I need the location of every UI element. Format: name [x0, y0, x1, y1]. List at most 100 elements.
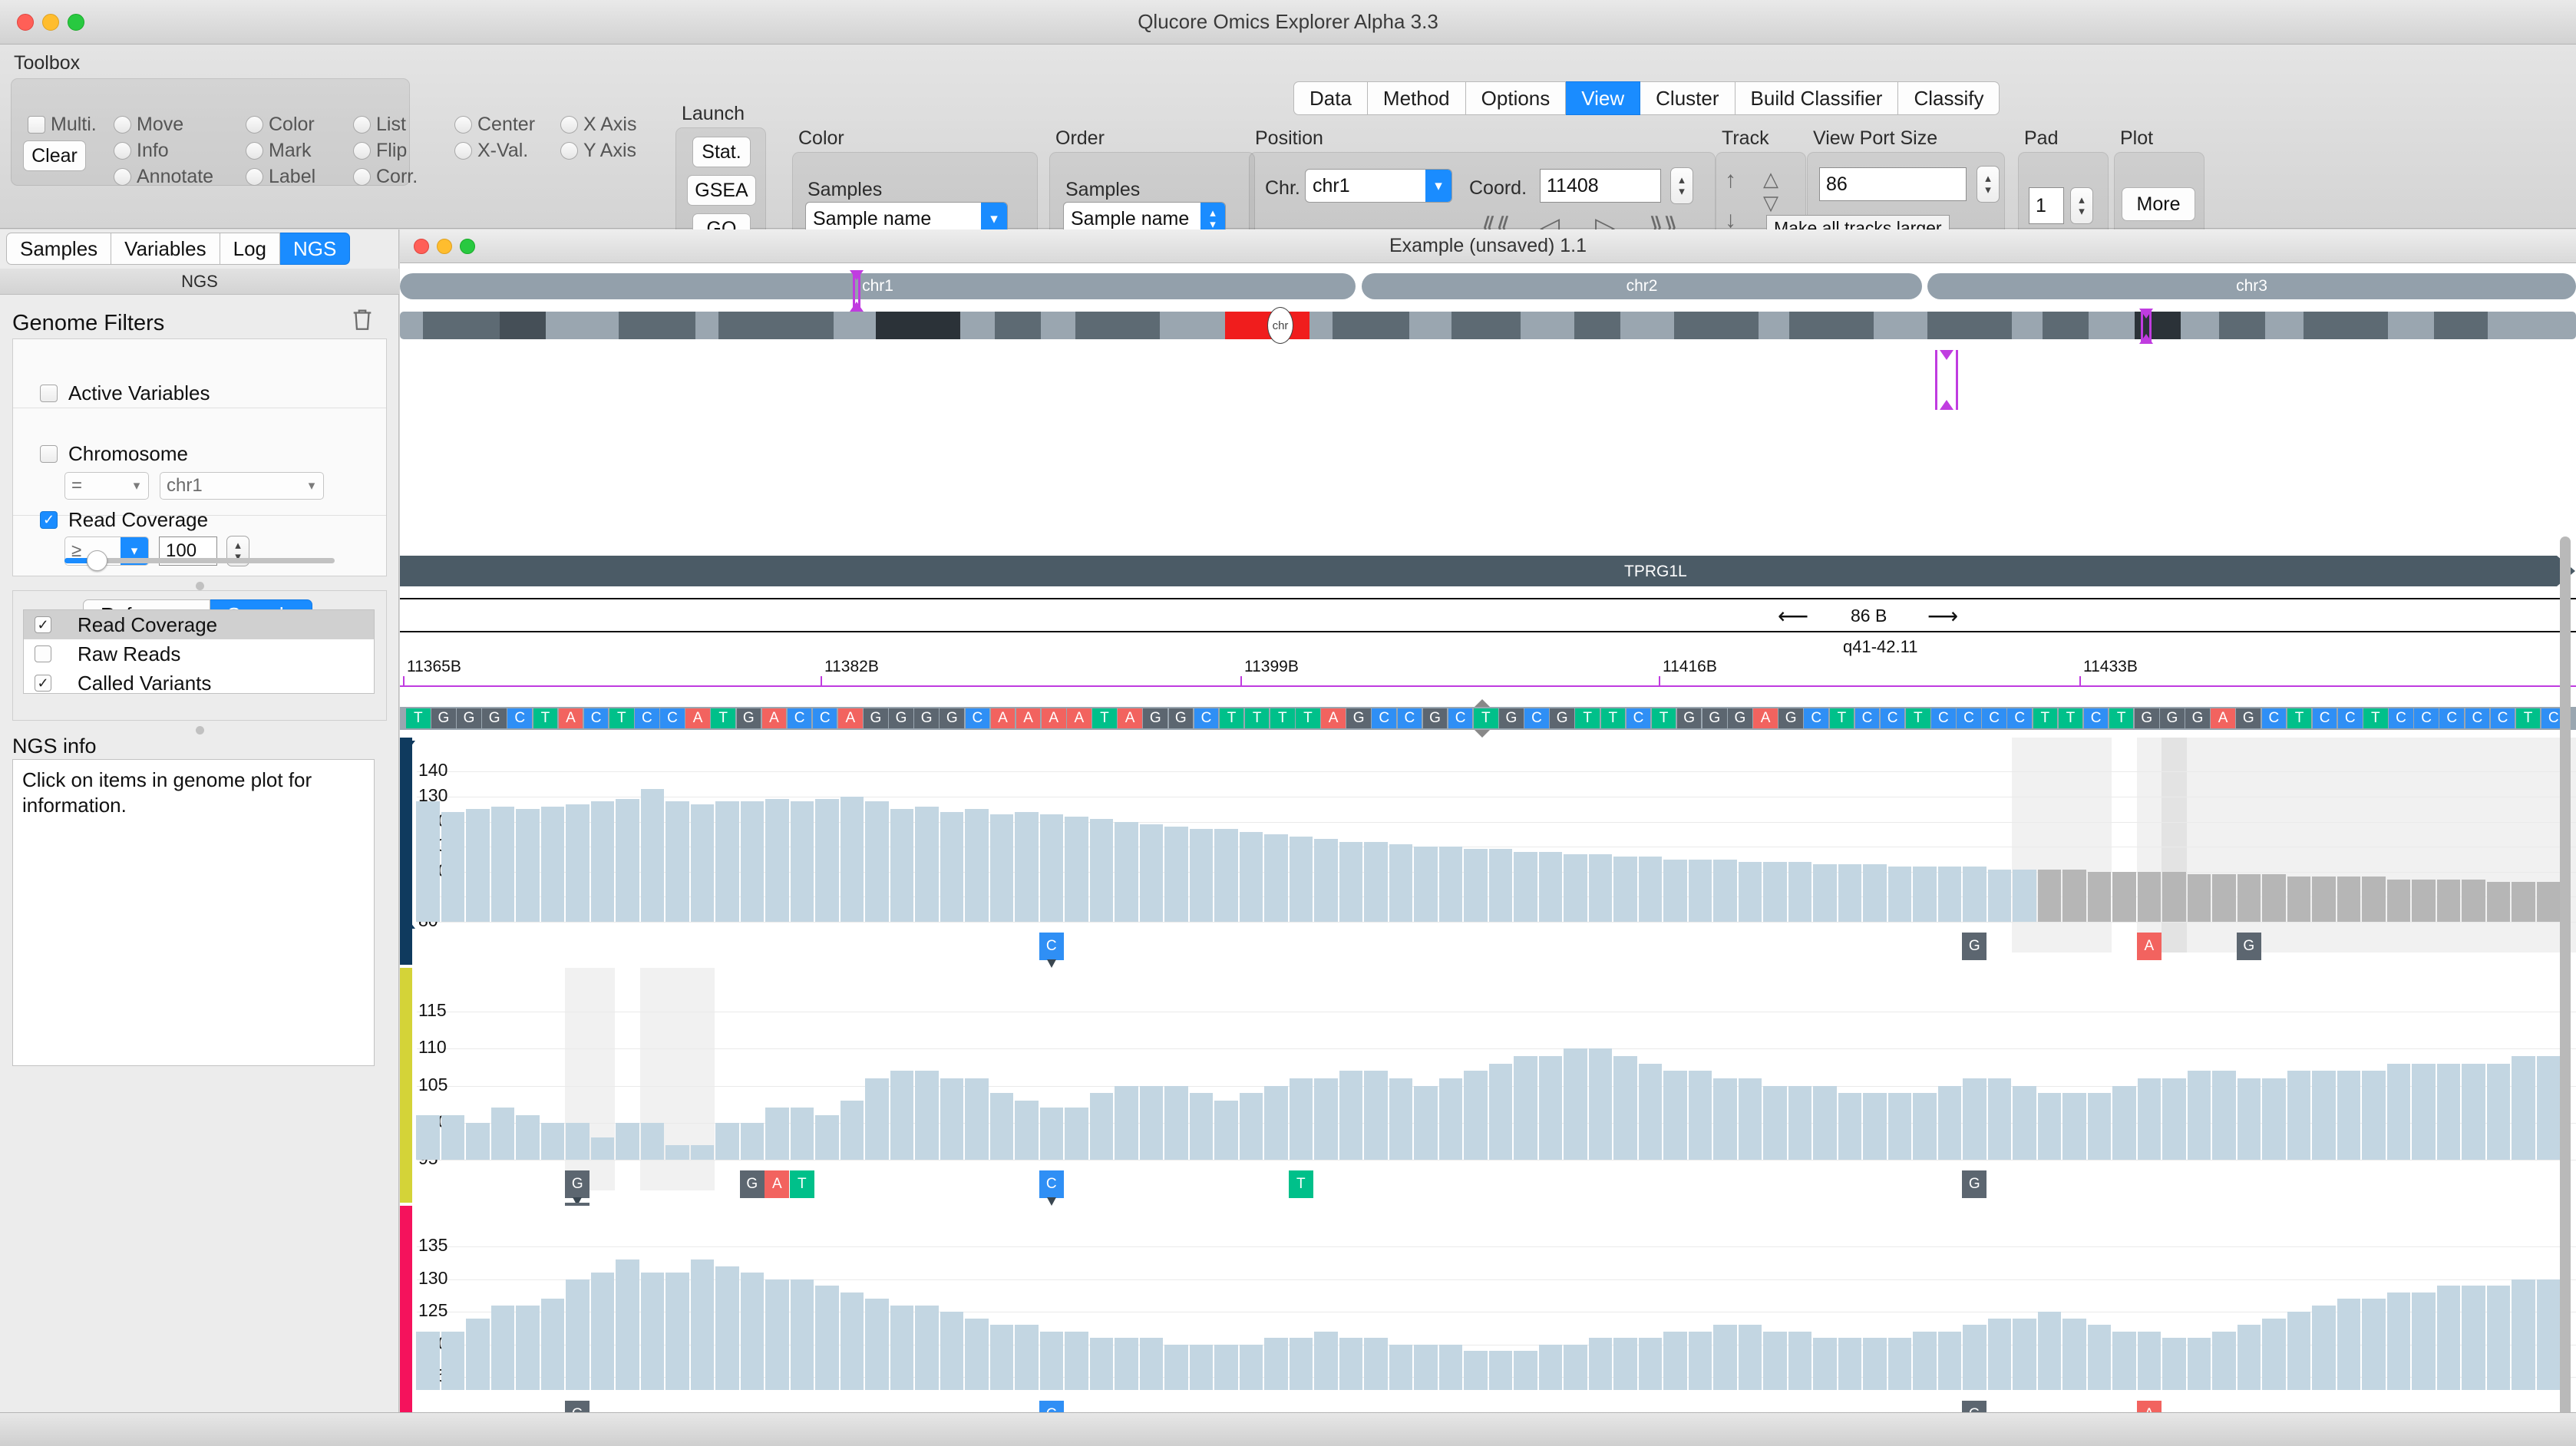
- coverage-bar[interactable]: [516, 809, 540, 922]
- coverage-bar[interactable]: [1863, 1093, 1887, 1160]
- coverage-bar[interactable]: [915, 1071, 939, 1160]
- tab-options[interactable]: Options: [1465, 81, 1567, 115]
- coverage-bar[interactable]: [616, 799, 639, 922]
- coverage-bar[interactable]: [1139, 1085, 1163, 1160]
- coverage-bar[interactable]: [1564, 1344, 1587, 1390]
- coverage-bar[interactable]: [1913, 867, 1937, 922]
- coverage-bar[interactable]: [665, 801, 689, 922]
- coverage-bar[interactable]: [2512, 1055, 2535, 1160]
- coverage-bar[interactable]: [1838, 864, 1861, 922]
- track-larger-icon[interactable]: △ ▽: [1763, 167, 1778, 215]
- center-radio[interactable]: [454, 115, 472, 134]
- read-coverage-checkbox[interactable]: ✓: [40, 511, 58, 529]
- coverage-bar[interactable]: [1588, 1338, 1612, 1390]
- coverage-bar[interactable]: [516, 1305, 540, 1390]
- coverage-bar[interactable]: [2037, 1093, 2061, 1160]
- pad-input[interactable]: 1: [2029, 187, 2064, 224]
- filter-chromosome[interactable]: Chromosome: [40, 442, 188, 466]
- coverage-bar[interactable]: [540, 1299, 564, 1390]
- track-color-swatch[interactable]: [400, 1206, 412, 1433]
- coverage-bar[interactable]: [765, 799, 789, 922]
- coverage-bar[interactable]: [2212, 1071, 2236, 1160]
- coverage-bar[interactable]: [1987, 1318, 2011, 1390]
- coverage-bar[interactable]: [1887, 867, 1911, 922]
- coverage-bar[interactable]: [2312, 1305, 2336, 1390]
- coverage-bar[interactable]: [1588, 853, 1612, 922]
- chromosome-value-combo[interactable]: chr1 ▾: [160, 472, 324, 500]
- coverage-bar[interactable]: [566, 804, 590, 922]
- variant-badge-C[interactable]: C: [1039, 1170, 1064, 1198]
- coverage-bar[interactable]: [1339, 1338, 1362, 1390]
- coverage-bar[interactable]: [2436, 879, 2460, 922]
- coverage-bar[interactable]: [2137, 1078, 2161, 1160]
- coverage-bar[interactable]: [2112, 1331, 2136, 1390]
- coverage-bar[interactable]: [1264, 1085, 1288, 1160]
- panel-resize-grip[interactable]: [0, 579, 399, 592]
- coverage-bar[interactable]: [1887, 1338, 1911, 1390]
- sidebar-tab-ngs[interactable]: NGS: [280, 233, 351, 265]
- ribbon-tabs[interactable]: Data Method Options View Cluster Build C…: [1293, 81, 2000, 115]
- coverage-bar[interactable]: [940, 1078, 963, 1160]
- variant-badge-A[interactable]: A: [765, 1170, 790, 1198]
- viewport-stepper[interactable]: ▴ ▾: [1977, 166, 2000, 203]
- coverage-bar[interactable]: [590, 1137, 614, 1160]
- sidebar-tab-log[interactable]: Log: [220, 233, 281, 265]
- coverage-bar[interactable]: [1139, 1338, 1163, 1390]
- coverage-bar[interactable]: [1738, 1078, 1762, 1160]
- coverage-bar[interactable]: [989, 814, 1013, 922]
- variant-badge-A[interactable]: A: [2136, 933, 2162, 960]
- coverage-bar[interactable]: [2037, 869, 2061, 922]
- coverage-bar[interactable]: [1963, 867, 1986, 922]
- coverage-bar[interactable]: [2162, 1078, 2186, 1160]
- coverage-bar[interactable]: [566, 1279, 590, 1390]
- info-radio[interactable]: [114, 141, 131, 160]
- coverage-bar[interactable]: [1514, 1055, 1537, 1160]
- flip-radio[interactable]: [353, 141, 371, 160]
- coverage-bar[interactable]: [466, 809, 490, 922]
- coverage-bar[interactable]: [2013, 1085, 2036, 1160]
- coverage-bar[interactable]: [1738, 861, 1762, 922]
- option-yaxis[interactable]: Y Axis: [560, 139, 636, 162]
- coverage-bar[interactable]: [2287, 1312, 2310, 1390]
- coverage-bar[interactable]: [1189, 1344, 1213, 1390]
- coverage-bar[interactable]: [2436, 1286, 2460, 1390]
- coord-input[interactable]: 11408: [1540, 169, 1661, 203]
- coverage-bar[interactable]: [2362, 1299, 2386, 1390]
- coverage-bar[interactable]: [2087, 1093, 2111, 1160]
- coverage-bar[interactable]: [1464, 1351, 1488, 1390]
- xaxis-radio[interactable]: [560, 115, 578, 134]
- viewport-size-input[interactable]: 86: [1819, 167, 1967, 201]
- coverage-bar[interactable]: [790, 1279, 814, 1390]
- coverage-bar[interactable]: [715, 801, 739, 922]
- coverage-bar[interactable]: [1913, 1331, 1937, 1390]
- coverage-bar[interactable]: [940, 811, 963, 922]
- coverage-bar[interactable]: [1264, 1338, 1288, 1390]
- coverage-bar[interactable]: [2362, 1071, 2386, 1160]
- tab-view[interactable]: View: [1566, 81, 1641, 115]
- axis-bottom-handle-icon[interactable]: [400, 919, 415, 929]
- coverage-bar[interactable]: [1389, 1344, 1412, 1390]
- coverage-bar[interactable]: [1015, 1100, 1039, 1160]
- coverage-bar[interactable]: [1638, 1338, 1662, 1390]
- coverage-bar[interactable]: [1164, 1344, 1188, 1390]
- coverage-bar[interactable]: [416, 801, 440, 922]
- coverage-bar[interactable]: [1887, 1093, 1911, 1160]
- coverage-bar[interactable]: [2462, 1286, 2485, 1390]
- option-corr[interactable]: Corr.: [353, 165, 418, 188]
- variant-badge-T[interactable]: T: [789, 1170, 814, 1198]
- coverage-bar[interactable]: [1065, 817, 1088, 922]
- coverage-bar[interactable]: [466, 1122, 490, 1160]
- coverage-bar[interactable]: [2262, 1318, 2286, 1390]
- coverage-bar[interactable]: [1813, 864, 1837, 922]
- track-up-icon[interactable]: ↑: [1725, 167, 1736, 193]
- variant-badge-G[interactable]: G: [565, 1170, 590, 1198]
- coverage-bar[interactable]: [1464, 849, 1488, 922]
- xval-radio[interactable]: [454, 141, 472, 160]
- list-radio[interactable]: [353, 115, 371, 134]
- coverage-bar[interactable]: [1289, 1338, 1313, 1390]
- coverage-bar[interactable]: [2062, 869, 2086, 922]
- coverage-bar[interactable]: [1339, 841, 1362, 922]
- coverage-bar[interactable]: [1214, 1344, 1238, 1390]
- coverage-bar[interactable]: [490, 1305, 514, 1390]
- coverage-bar[interactable]: [2087, 1325, 2111, 1390]
